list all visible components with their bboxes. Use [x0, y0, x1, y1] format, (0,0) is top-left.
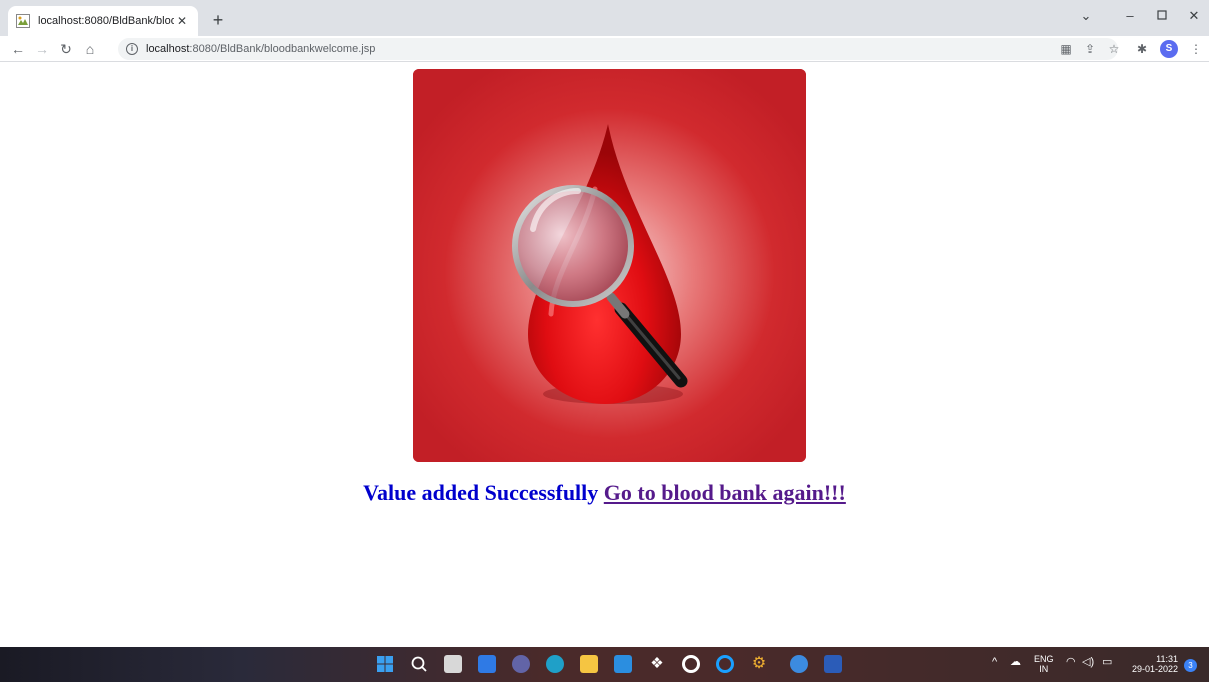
search-icon[interactable]	[410, 655, 428, 673]
menu-dots-icon[interactable]: ⋮	[1188, 41, 1204, 57]
page-content: Value added Successfully Go to blood ban…	[0, 63, 1209, 647]
clock[interactable]: 11:31 29-01-2022	[1124, 654, 1178, 674]
language-code: ENG	[1034, 654, 1054, 664]
back-to-blood-bank-link[interactable]: Go to blood bank again!!!	[604, 480, 846, 505]
tab-search-icon[interactable]: ⌄	[1076, 8, 1096, 24]
clock-time: 11:31	[1156, 654, 1178, 664]
page-favicon-icon	[16, 14, 30, 28]
profile-avatar[interactable]: S	[1160, 40, 1178, 58]
file-explorer-icon[interactable]	[580, 655, 598, 673]
chat-icon[interactable]	[512, 655, 530, 673]
browser-tab[interactable]: localhost:8080/BldBank/bloodba ✕	[8, 6, 198, 36]
cortana-icon[interactable]	[716, 655, 734, 673]
back-arrow-icon[interactable]: ←	[8, 39, 28, 59]
share-icon[interactable]: ⇪	[1082, 41, 1098, 57]
forward-arrow-icon[interactable]: →	[32, 39, 52, 59]
bookmark-star-icon[interactable]: ☆	[1106, 41, 1122, 57]
region-code: IN	[1039, 664, 1049, 674]
result-message: Value added Successfully Go to blood ban…	[0, 480, 1209, 506]
onedrive-cloud-icon[interactable]: ☁	[1010, 657, 1021, 668]
wifi-icon[interactable]: ◠	[1066, 657, 1076, 668]
battery-icon[interactable]: ▭	[1102, 657, 1112, 668]
windows-taskbar: ❖ ⚙ ^ ☁ ENG IN ◠ ◁) ▭ 11:31 29-01-2022 3	[0, 647, 1209, 682]
edge-browser-icon[interactable]	[546, 655, 564, 673]
browser-tabstrip: localhost:8080/BldBank/bloodba ✕ + ⌄ – ✕	[0, 0, 1209, 36]
app-circle-icon[interactable]	[682, 655, 700, 673]
browser-toolbar: ← → ↻ ⌂ i localhost:8080/BldBank/bloodba…	[0, 36, 1209, 62]
home-icon[interactable]: ⌂	[80, 39, 100, 59]
chrome-icon[interactable]	[790, 655, 808, 673]
tab-title: localhost:8080/BldBank/bloodba	[38, 15, 174, 27]
tab-close-icon[interactable]: ✕	[174, 14, 190, 28]
url-path: :8080/BldBank/bloodbankwelcome.jsp	[189, 43, 376, 55]
dropbox-icon[interactable]: ❖	[648, 655, 666, 673]
task-view-icon[interactable]	[444, 655, 462, 673]
notification-badge[interactable]: 3	[1184, 659, 1197, 672]
windows-start-icon[interactable]	[376, 655, 394, 673]
clock-date: 29-01-2022	[1131, 664, 1178, 674]
word-icon[interactable]	[824, 655, 842, 673]
new-tab-button[interactable]: +	[207, 9, 229, 31]
settings-gear-icon[interactable]: ⚙	[750, 655, 768, 673]
tray-chevron-icon[interactable]: ^	[992, 657, 997, 668]
mail-icon[interactable]	[614, 655, 632, 673]
address-bar[interactable]: i localhost:8080/BldBank/bloodbankwelcom…	[118, 38, 1118, 60]
blood-drop-magnifier-image	[413, 69, 806, 462]
widgets-icon[interactable]	[478, 655, 496, 673]
close-window-icon[interactable]: ✕	[1184, 8, 1204, 24]
minimize-icon[interactable]: –	[1120, 8, 1140, 23]
url-host: localhost	[146, 43, 190, 55]
site-info-icon[interactable]: i	[126, 43, 138, 55]
maximize-icon[interactable]	[1152, 8, 1172, 23]
reload-icon[interactable]: ↻	[56, 39, 76, 59]
translate-icon[interactable]: ▦	[1058, 41, 1074, 57]
success-text: Value added Successfully	[363, 480, 599, 505]
volume-icon[interactable]: ◁)	[1082, 657, 1094, 668]
extensions-icon[interactable]: ✱	[1134, 41, 1150, 57]
language-indicator[interactable]: ENG IN	[1034, 654, 1054, 674]
